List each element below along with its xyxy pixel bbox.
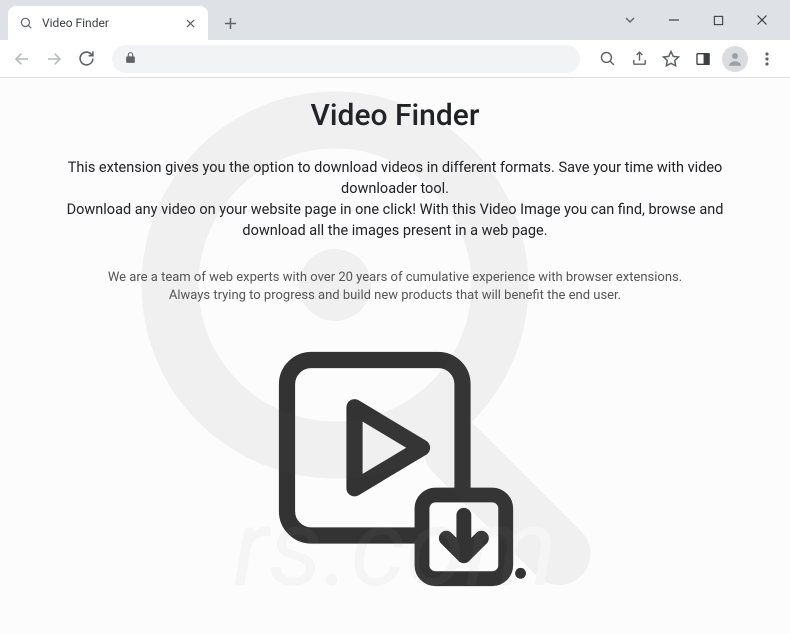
address-bar[interactable] xyxy=(112,45,580,73)
tab-favicon-icon xyxy=(18,15,34,31)
about-line-1: We are a team of web experts with over 2… xyxy=(108,270,682,285)
toolbar-right xyxy=(592,44,782,74)
tab-close-icon[interactable] xyxy=(182,15,198,31)
browser-toolbar xyxy=(0,40,790,78)
bookmark-star-icon[interactable] xyxy=(656,44,686,74)
description-paragraph-2: Download any video on your website page … xyxy=(40,199,750,241)
forward-button[interactable] xyxy=(40,45,68,73)
lock-icon xyxy=(124,49,137,68)
hero-video-download-icon xyxy=(40,333,750,603)
sidepanel-icon[interactable] xyxy=(688,44,718,74)
window-maximize-button[interactable] xyxy=(698,5,738,35)
window-controls xyxy=(610,0,790,40)
profile-button[interactable] xyxy=(720,44,750,74)
share-icon[interactable] xyxy=(624,44,654,74)
window-minimize-button[interactable] xyxy=(654,5,694,35)
window-close-button[interactable] xyxy=(742,5,782,35)
browser-titlebar: Video Finder xyxy=(0,0,790,40)
footer-links: Privacy Policy | Terms of Use | Contact … xyxy=(0,623,790,634)
browser-tab[interactable]: Video Finder xyxy=(8,6,208,40)
tab-title: Video Finder xyxy=(42,16,174,30)
zoom-icon[interactable] xyxy=(592,44,622,74)
page-content: Video Finder This extension gives you th… xyxy=(0,78,790,634)
menu-icon[interactable] xyxy=(752,44,782,74)
reload-button[interactable] xyxy=(72,45,100,73)
about-line-2: Always trying to progress and build new … xyxy=(169,288,621,303)
page-title: Video Finder xyxy=(40,98,750,133)
window-dropdown-icon[interactable] xyxy=(610,5,650,35)
new-tab-button[interactable] xyxy=(216,9,244,37)
about-paragraph: We are a team of web experts with over 2… xyxy=(40,269,750,305)
back-button[interactable] xyxy=(8,45,36,73)
description-paragraph-1: This extension gives you the option to d… xyxy=(40,157,750,199)
